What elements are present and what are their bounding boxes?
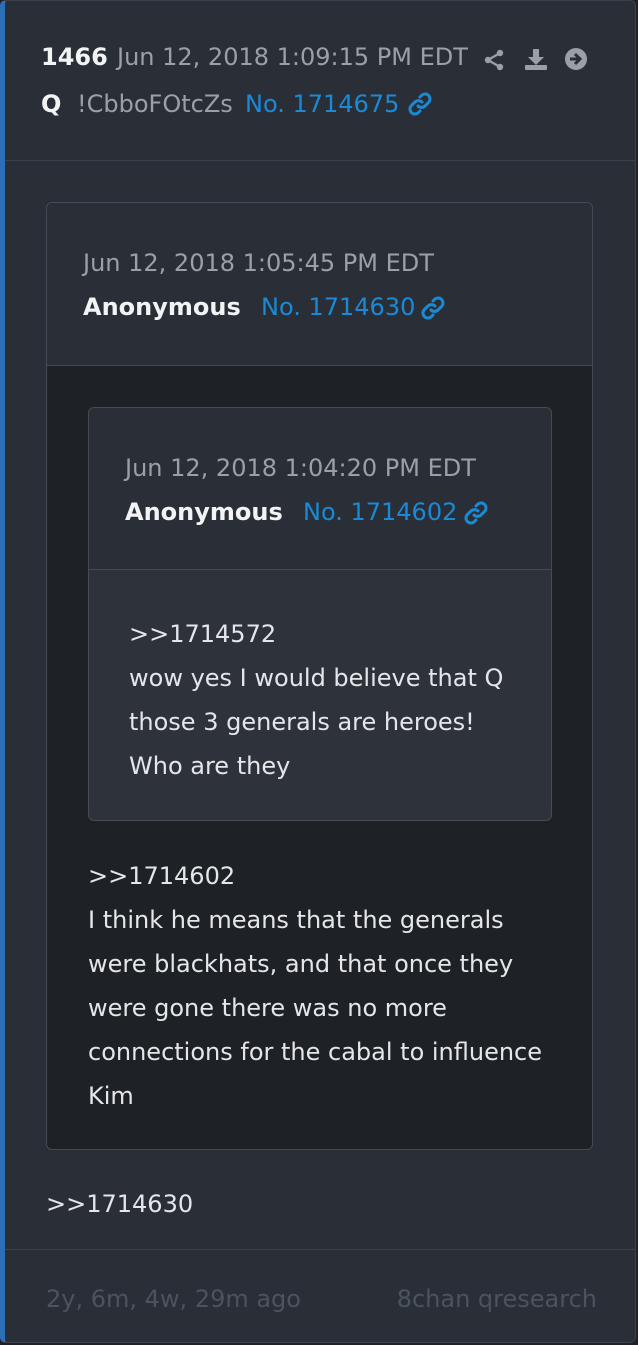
post-count: 1466 <box>41 43 108 71</box>
quoted-post-header: Jun 12, 2018 1:05:45 PM EDT Anonymous No… <box>47 203 592 366</box>
body-line: Who are they <box>129 752 291 780</box>
q-post-card: 1466 Jun 12, 2018 1:09:15 PM EDT Q !Cbbo… <box>0 0 636 1343</box>
quoted-post-author: Anonymous <box>83 293 241 321</box>
body-line: those 3 generals are heroes! <box>129 708 475 736</box>
share-icon[interactable] <box>482 48 506 72</box>
nested-quote-number-link[interactable]: No. 1714602 <box>303 498 457 526</box>
post-body-reply-reference[interactable]: >>1714630 <box>46 1182 193 1226</box>
body-line: Kim <box>88 1082 134 1110</box>
post-number-link[interactable]: No. 1714675 <box>245 90 399 118</box>
post-author: Q <box>41 90 62 118</box>
body-line: wow yes I would believe that Q <box>129 664 504 692</box>
link-icon[interactable] <box>408 92 432 116</box>
post-footer: 2y, 6m, 4w, 29m ago 8chan qresearch <box>5 1249 635 1344</box>
quoted-post-datetime: Jun 12, 2018 1:05:45 PM EDT <box>83 249 434 277</box>
nested-quote-header: Jun 12, 2018 1:04:20 PM EDT Anonymous No… <box>89 408 551 570</box>
body-line: I think he means that the generals <box>88 906 504 934</box>
post-source: 8chan qresearch <box>396 1285 597 1313</box>
reply-reference[interactable]: >>1714572 <box>129 612 503 656</box>
quoted-post-1714630: Jun 12, 2018 1:05:45 PM EDT Anonymous No… <box>46 202 593 1150</box>
post-age: 2y, 6m, 4w, 29m ago <box>46 1285 301 1313</box>
quoted-post-number-link[interactable]: No. 1714630 <box>261 293 415 321</box>
arrow-right-circle-icon[interactable] <box>564 47 588 71</box>
body-line: connections for the cabal to influence <box>88 1038 543 1066</box>
download-icon[interactable] <box>524 47 548 71</box>
nested-quote-body: >>1714572 wow yes I would believe that Q… <box>129 612 503 788</box>
post-datetime: Jun 12, 2018 1:09:15 PM EDT <box>117 43 468 71</box>
reply-reference[interactable]: >>1714602 <box>88 854 542 898</box>
link-icon[interactable] <box>464 501 488 525</box>
post-tripcode: !CbboFOtcZs <box>77 90 233 118</box>
body-line: were blackhats, and that once they <box>88 950 514 978</box>
nested-quote-author: Anonymous <box>125 498 283 526</box>
link-icon[interactable] <box>421 296 445 320</box>
nested-quote-datetime: Jun 12, 2018 1:04:20 PM EDT <box>125 454 476 482</box>
quoted-post-body: >>1714602 I think he means that the gene… <box>88 854 542 1118</box>
post-header: 1466 Jun 12, 2018 1:09:15 PM EDT Q !Cbbo… <box>5 1 635 161</box>
quoted-post-1714602: Jun 12, 2018 1:04:20 PM EDT Anonymous No… <box>88 407 552 821</box>
body-line: were gone there was no more <box>88 994 447 1022</box>
